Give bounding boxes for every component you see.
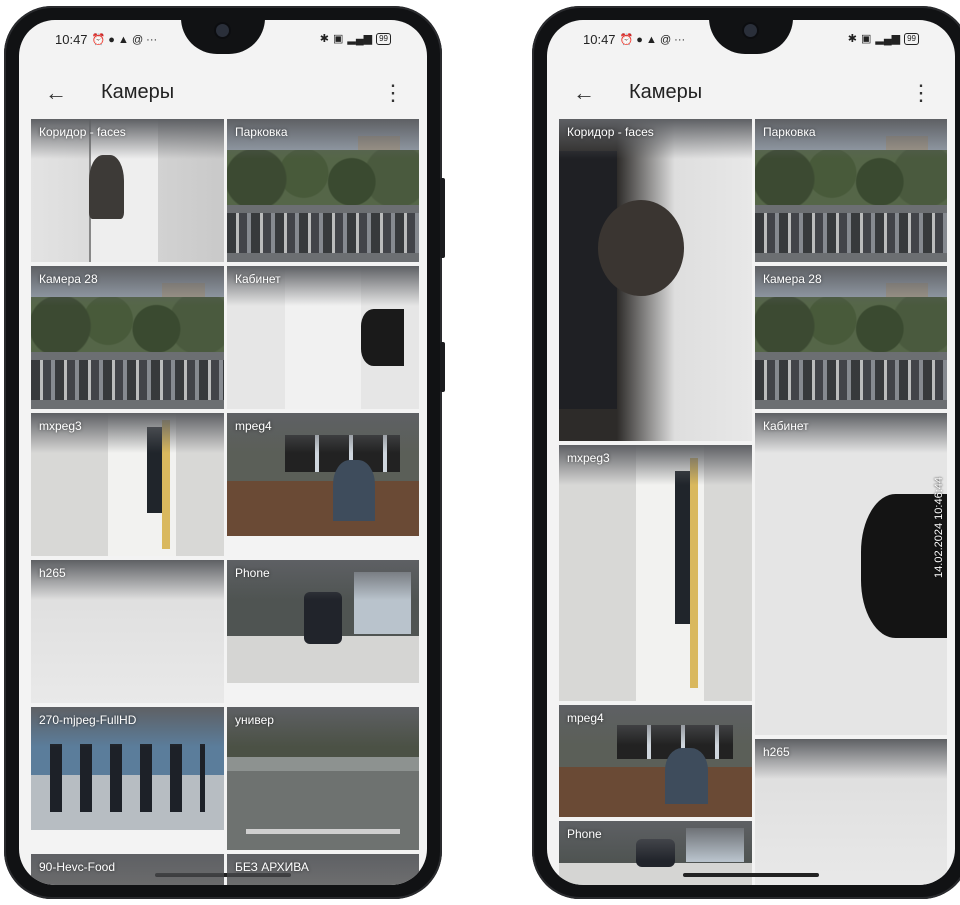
screen: 10:47 ⏰ ● ▲ @ ··· ✱ ▣ ▂▄▆ 99 ← Камеры ⋮ … [547,20,955,885]
front-camera-icon [216,24,229,37]
toolbar: ← Камеры ⋮ [547,72,955,116]
camera-grid: Коридор - faces Парковка Камера 28 Кабин… [31,119,419,885]
camera-tile[interactable]: Phone [227,560,419,683]
camera-tile-label: Коридор - faces [39,125,126,139]
toolbar: ← Камеры ⋮ [19,72,427,116]
camera-tile-label: универ [235,713,274,727]
camera-tile-label: Кабинет [763,419,809,433]
camera-tile[interactable]: Камера 28 [755,266,947,409]
camera-tile-label: Коридор - faces [567,125,654,139]
camera-tile-label: mpeg4 [235,419,272,433]
overflow-menu-icon[interactable]: ⋮ [909,78,933,108]
bluetooth-icon: ✱ [319,33,329,45]
camera-tile[interactable]: mxpeg3 [559,445,752,701]
camera-tile-label: Камера 28 [39,272,98,286]
nfc-icon: ▣ [860,33,872,45]
camera-tile[interactable]: Коридор - faces [31,119,224,262]
camera-tile-label: Парковка [763,125,816,139]
camera-tile-label: h265 [763,745,790,759]
phone-left: 10:47 ⏰ ● ▲ @ ··· ✱ ▣ ▂▄▆ 99 ← Камеры ⋮ … [4,6,445,899]
camera-tile[interactable]: Камера 28 [31,266,224,409]
camera-tile-label: mpeg4 [567,711,604,725]
overflow-menu-icon[interactable]: ⋮ [381,78,405,108]
phone-right: 10:47 ⏰ ● ▲ @ ··· ✱ ▣ ▂▄▆ 99 ← Камеры ⋮ … [532,6,960,899]
camera-tile-label: 270-mjpeg-FullHD [39,713,137,727]
battery-icon: 99 [376,32,391,45]
volume-button [440,178,445,258]
camera-tile-label: h265 [39,566,66,580]
camera-tile[interactable]: mpeg4 [559,705,752,817]
back-arrow-icon[interactable]: ← [41,78,71,108]
camera-tile-label: 90-Hevc-Food [39,860,116,874]
camera-tile[interactable]: mpeg4 [227,413,419,536]
camera-tile[interactable]: 90-Hevc-Food [31,854,224,885]
status-time: 10:47 [583,32,616,47]
status-time: 10:47 [55,32,88,47]
camera-tile-label: Парковка [235,125,288,139]
camera-tile[interactable]: Коридор - faces [559,119,752,441]
front-camera-icon [744,24,757,37]
camera-tile[interactable]: mxpeg3 [31,413,224,556]
status-notification-icons: ⏰ ● ▲ @ ··· [91,34,158,46]
camera-tile[interactable]: h265 [31,560,224,703]
camera-tile[interactable]: 270-mjpeg-FullHD [31,707,224,830]
camera-tile[interactable]: Кабинет 14.02.2024 10:46:44 [755,413,947,735]
camera-tile[interactable]: Парковка [227,119,419,262]
bluetooth-icon: ✱ [847,33,857,45]
camera-tile-label: Phone [235,566,270,580]
screen: 10:47 ⏰ ● ▲ @ ··· ✱ ▣ ▂▄▆ 99 ← Камеры ⋮ … [19,20,427,885]
signal-icon: ▂▄▆ [875,33,901,45]
camera-tile-label: mxpeg3 [39,419,82,433]
camera-tile-label: Камера 28 [763,272,822,286]
camera-tile[interactable]: универ [227,707,419,850]
video-timestamp: 14.02.2024 10:46:44 [933,477,945,579]
camera-tile[interactable]: Кабинет [227,266,419,409]
camera-tile-label: mxpeg3 [567,451,610,465]
page-title: Камеры [629,81,703,103]
status-notification-icons: ⏰ ● ▲ @ ··· [619,34,686,46]
signal-icon: ▂▄▆ [347,33,373,45]
power-button [440,342,445,392]
camera-tile-label: Phone [567,827,602,841]
camera-tile-label: БЕЗ АРХИВА [235,860,309,874]
back-arrow-icon[interactable]: ← [569,78,599,108]
camera-tile[interactable]: h265 [755,739,947,885]
nfc-icon: ▣ [332,33,344,45]
camera-tile[interactable]: БЕЗ АРХИВА [227,854,419,885]
battery-icon: 99 [904,32,919,45]
camera-tile[interactable]: Парковка [755,119,947,262]
camera-grid: Коридор - faces Парковка Камера 28 mxpeg… [559,119,947,885]
page-title: Камеры [101,81,175,103]
camera-tile-label: Кабинет [235,272,281,286]
home-indicator[interactable] [683,873,819,877]
